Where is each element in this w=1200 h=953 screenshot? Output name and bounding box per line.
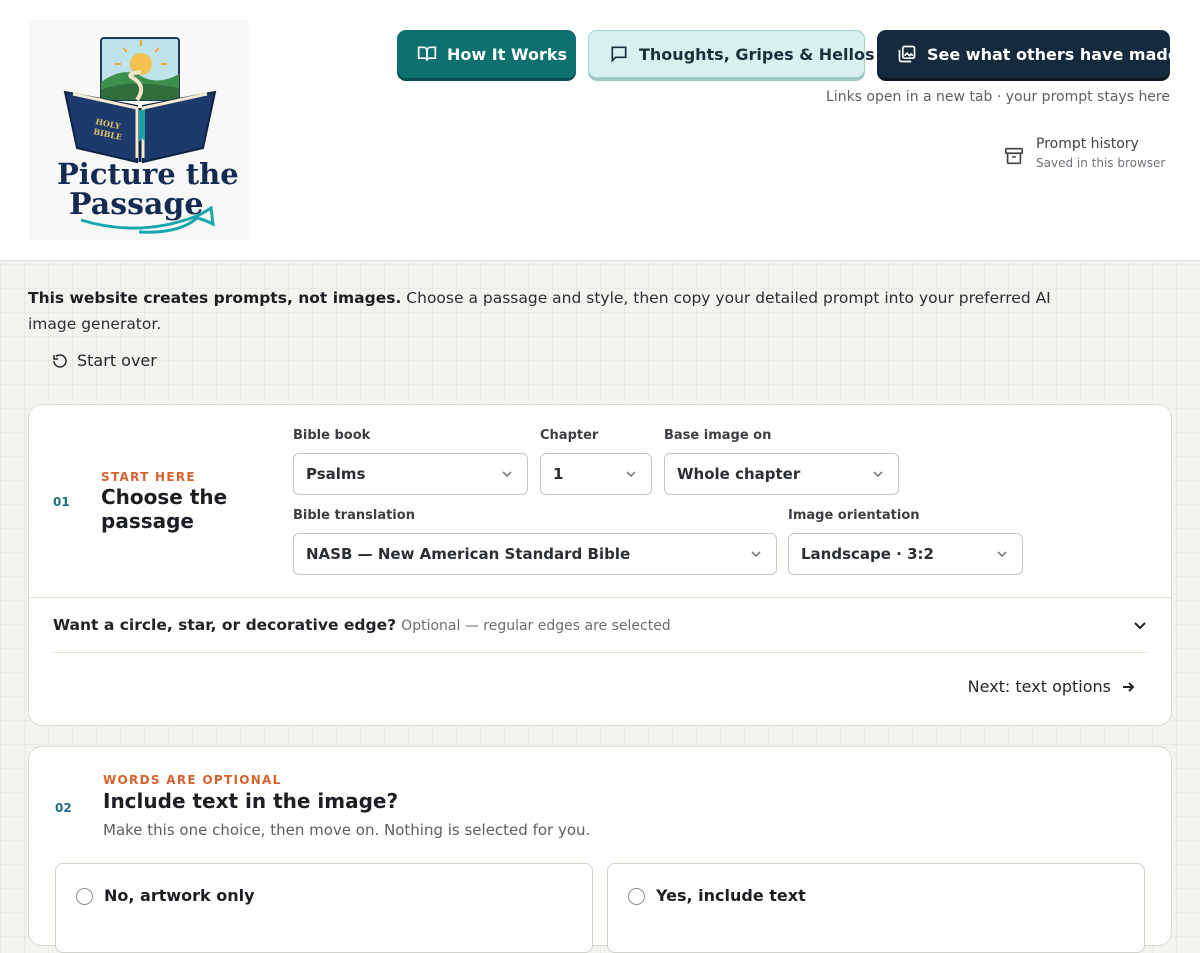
- next-label: Next: text options: [967, 677, 1111, 696]
- prompt-history-button[interactable]: Prompt history Saved in this browser: [1003, 136, 1165, 170]
- base-image-select[interactable]: Whole chapter: [664, 453, 899, 495]
- intro-bold: This website creates prompts, not images…: [28, 289, 402, 307]
- how-it-works-button[interactable]: How It Works: [397, 30, 576, 78]
- chevron-down-icon: [751, 551, 761, 558]
- see-others-label: See what others have made: [927, 44, 1179, 64]
- translation-value: NASB — New American Standard Bible: [306, 545, 631, 563]
- chevron-down-icon: [997, 551, 1007, 558]
- orientation-select[interactable]: Landscape · 3:2: [788, 533, 1023, 575]
- thoughts-label: Thoughts, Gripes & Hellos: [639, 44, 875, 64]
- arrow-right-icon: [1123, 681, 1135, 692]
- intro-text: This website creates prompts, not images…: [28, 285, 1068, 337]
- shape-options-toggle[interactable]: Want a circle, star, or decorative edge?…: [53, 615, 1147, 634]
- orientation-label: Image orientation: [788, 508, 920, 523]
- start-over-label: Start over: [77, 351, 157, 370]
- section-divider: [29, 597, 1171, 598]
- base-image-value: Whole chapter: [677, 465, 801, 483]
- step-title: Include text in the image?: [103, 789, 399, 813]
- chapter-value: 1: [553, 465, 564, 483]
- chevron-down-icon: [626, 471, 636, 478]
- step-title: Choose the passage: [101, 485, 228, 533]
- svg-text:Picture the: Picture the: [57, 157, 239, 191]
- chevron-down-icon: [1134, 621, 1146, 629]
- shape-question: Want a circle, star, or decorative edge?: [53, 616, 397, 634]
- bible-book-label: Bible book: [293, 428, 371, 443]
- step-include-text: 02 WORDS ARE OPTIONAL Include text in th…: [28, 746, 1172, 953]
- chevron-down-icon: [873, 471, 883, 478]
- translation-select[interactable]: NASB — New American Standard Bible: [293, 533, 777, 575]
- how-it-works-label: How It Works: [447, 44, 568, 64]
- step-number: 01: [53, 495, 70, 509]
- chat-bubble-icon: [611, 46, 627, 63]
- step-number: 02: [55, 801, 72, 815]
- prompt-history-subtitle: Saved in this browser: [1036, 156, 1166, 170]
- thoughts-button[interactable]: Thoughts, Gripes & Hellos: [588, 30, 875, 78]
- nav-note: Links open in a new tab · your prompt st…: [826, 89, 1170, 105]
- orientation-value: Landscape · 3:2: [801, 545, 934, 563]
- archive-icon: [1004, 147, 1024, 165]
- section-divider: [53, 652, 1147, 653]
- gallery-icon: [898, 45, 916, 63]
- chevron-down-icon: [502, 471, 512, 478]
- site-logo[interactable]: HOLY BIBLE Picture the Passage: [29, 20, 249, 240]
- next-text-options-button[interactable]: Next: text options: [968, 677, 1135, 696]
- option-label: No, artwork only: [104, 886, 255, 905]
- chapter-label: Chapter: [540, 428, 599, 443]
- see-others-button[interactable]: See what others have made: [877, 30, 1179, 78]
- prompt-history-title: Prompt history: [1036, 136, 1139, 152]
- option-label: Yes, include text: [656, 886, 806, 905]
- option-include-text[interactable]: Yes, include text: [607, 863, 1145, 953]
- radio-button[interactable]: [76, 888, 93, 905]
- translation-label: Bible translation: [293, 508, 415, 523]
- radio-button[interactable]: [628, 888, 645, 905]
- chapter-select[interactable]: 1: [540, 453, 652, 495]
- step-description: Make this one choice, then move on. Noth…: [103, 821, 591, 839]
- reset-icon: [53, 353, 67, 368]
- shape-optional-note: Optional — regular edges are selected: [401, 618, 671, 634]
- start-over-button[interactable]: Start over: [52, 351, 157, 370]
- option-no-text[interactable]: No, artwork only: [55, 863, 593, 953]
- open-book-icon: [417, 46, 437, 61]
- svg-text:Passage: Passage: [69, 187, 203, 222]
- base-image-label: Base image on: [664, 428, 772, 443]
- bible-book-value: Psalms: [306, 465, 366, 483]
- logo-graphic: HOLY BIBLE Picture the Passage: [57, 37, 239, 234]
- step-kicker: WORDS ARE OPTIONAL: [103, 773, 282, 787]
- bible-book-select[interactable]: Psalms: [293, 453, 528, 495]
- site-header: HOLY BIBLE Picture the Passage How It Wo…: [0, 0, 1200, 261]
- step-choose-passage: 01 START HERE Choose the passage Bible b…: [28, 404, 1172, 726]
- step-kicker: START HERE: [101, 470, 196, 484]
